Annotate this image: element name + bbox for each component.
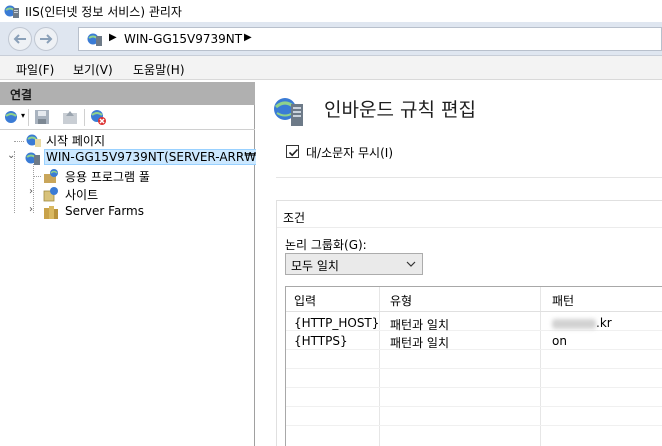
condition-pattern: on — [552, 334, 567, 348]
connections-title: 연결 — [10, 88, 33, 102]
rewrite-rule-icon — [274, 98, 303, 126]
ignore-case-checkbox[interactable] — [286, 145, 299, 158]
app-pools-icon — [44, 169, 58, 183]
expand-chevron-icon[interactable]: › — [29, 186, 33, 197]
checkmark-icon — [288, 148, 299, 157]
condition-type: 패턴과 일치 — [390, 336, 450, 350]
forward-button[interactable] — [34, 27, 58, 51]
page-title: 인바운드 규칙 편집 — [324, 99, 476, 121]
row-divider — [286, 406, 662, 407]
iis-app-icon — [4, 5, 19, 18]
start-page-icon — [26, 134, 41, 147]
server-icon — [87, 33, 102, 46]
server-icon — [25, 152, 40, 165]
window-title: IIS(인터넷 정보 서비스) 관리자 — [25, 5, 182, 19]
conditions-title-line — [277, 227, 662, 228]
title-bar: IIS(인터넷 정보 서비스) 관리자 — [0, 0, 662, 22]
sites-icon — [43, 187, 58, 202]
tree-item-label: Server Farms — [65, 204, 144, 218]
up-level-icon[interactable] — [62, 109, 78, 125]
condition-pattern: .kr — [596, 316, 612, 330]
column-header-type[interactable]: 유형 — [390, 292, 412, 309]
tree-item-label: WIN-GG15V9739NT(SERVER-ARR₩Adı — [44, 149, 278, 165]
navigation-bar: ▶ WIN-GG15V9739NT ▶ — [0, 22, 662, 56]
row-divider — [286, 368, 662, 369]
tree-item-start-page[interactable]: 시작 페이지 — [0, 131, 255, 149]
breadcrumb-server[interactable]: WIN-GG15V9739NT — [124, 32, 242, 46]
dropdown-arrow-icon[interactable]: ▾ — [21, 111, 25, 120]
connections-pane: 연결 ▾ 시작 페이지 ⌄ WIN-GG15V9739NT(SERVER-ARR… — [0, 82, 278, 446]
forward-arrow-icon — [40, 34, 53, 44]
save-icon[interactable] — [34, 109, 50, 125]
row-divider — [286, 387, 662, 388]
toolbar-separator — [84, 109, 85, 126]
server-farms-icon — [44, 206, 58, 219]
content-pane: 인바운드 규칙 편집 대/소문자 무시(I) 조건 논리 그룹화(G): 모두 … — [256, 82, 662, 446]
chevron-down-icon — [406, 261, 416, 267]
menu-help[interactable]: 도움말(H) — [133, 61, 185, 78]
conditions-section: 조건 논리 그룹화(G): 모두 일치 입력 유형 패턴 {HTTP_HOST}… — [276, 200, 662, 446]
ignore-case-label[interactable]: 대/소문자 무시(I) — [306, 144, 393, 161]
menu-bar: 파일(F) 보기(V) 도움말(H) — [0, 56, 662, 80]
condition-pattern-cell: .kr — [552, 316, 612, 330]
tree-item-server-farms[interactable]: › Server Farms — [0, 203, 255, 221]
header-divider — [286, 311, 662, 312]
back-arrow-icon — [13, 34, 26, 44]
breadcrumb-separator[interactable]: ▶ — [244, 32, 252, 43]
menu-file[interactable]: 파일(F) — [16, 61, 54, 78]
conditions-title: 조건 — [283, 211, 306, 225]
tree-item-label: 시작 페이지 — [46, 134, 106, 148]
menu-view[interactable]: 보기(V) — [73, 61, 113, 78]
logical-grouping-value: 모두 일치 — [291, 259, 339, 273]
tree-item-sites[interactable]: › 사이트 — [0, 185, 255, 203]
row-divider — [286, 425, 662, 426]
conditions-grid[interactable]: 입력 유형 패턴 {HTTP_HOST} 패턴과 일치 .kr {HTTPS} … — [285, 286, 662, 446]
connections-header: 연결 — [0, 82, 255, 105]
column-header-input[interactable]: 입력 — [294, 292, 316, 309]
tree-item-server[interactable]: ⌄ WIN-GG15V9739NT(SERVER-ARR₩Adı — [0, 149, 278, 167]
row-divider — [286, 349, 662, 350]
disconnect-icon[interactable] — [90, 109, 106, 125]
condition-input: {HTTP_HOST} — [294, 316, 380, 330]
condition-input: {HTTPS} — [294, 334, 348, 348]
column-header-pattern[interactable]: 패턴 — [552, 292, 574, 309]
address-bar[interactable]: ▶ WIN-GG15V9739NT ▶ — [78, 27, 662, 51]
toolbar-separator — [28, 109, 29, 126]
redacted-host — [552, 318, 596, 329]
tree-item-label: 사이트 — [65, 188, 99, 202]
collapse-chevron-icon[interactable]: ⌄ — [7, 150, 15, 161]
logical-grouping-label: 논리 그룹화(G): — [285, 238, 367, 252]
logical-grouping-select[interactable]: 모두 일치 — [285, 253, 423, 275]
connect-globe-icon[interactable] — [4, 109, 20, 125]
breadcrumb-separator[interactable]: ▶ — [109, 32, 117, 43]
section-divider — [276, 177, 662, 178]
row-divider — [286, 330, 662, 331]
tree-item-label: 응용 프로그램 풀 — [65, 170, 150, 184]
tree-item-app-pools[interactable]: 응용 프로그램 풀 — [0, 167, 255, 185]
condition-type: 패턴과 일치 — [390, 318, 450, 332]
expand-chevron-icon[interactable]: › — [29, 204, 33, 215]
connections-toolbar: ▾ — [0, 105, 255, 130]
back-button[interactable] — [8, 27, 32, 51]
